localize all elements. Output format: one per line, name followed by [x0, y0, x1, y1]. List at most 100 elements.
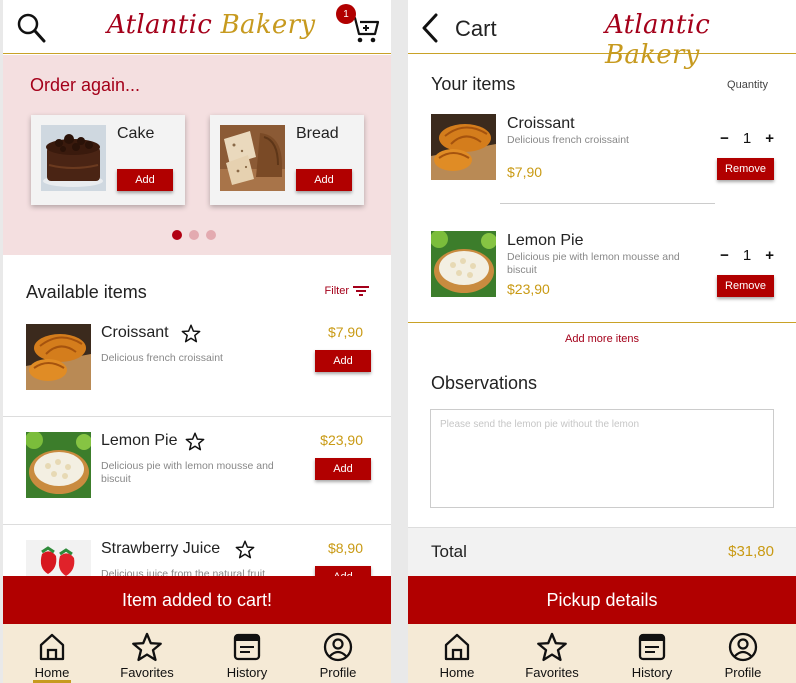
quantity-value: 1 [742, 247, 752, 264]
decrement-button[interactable]: − [720, 130, 729, 147]
bread-photo [220, 125, 285, 191]
brand-name-part2: Bakery [605, 40, 700, 70]
bottom-nav: Home Favorites History Profile [408, 624, 796, 683]
add-button[interactable]: Add [117, 169, 173, 191]
croissant-photo [26, 324, 91, 390]
nav-home[interactable]: Home [417, 630, 497, 680]
favorite-star-icon[interactable] [185, 432, 205, 451]
remove-button[interactable]: Remove [717, 158, 774, 180]
brand-logo: Atlantic Bakery [107, 10, 315, 40]
order-again-section: Order again... Cake Add Bread Add [3, 55, 391, 255]
carousel-dot[interactable] [189, 230, 199, 240]
increment-button[interactable]: + [765, 247, 774, 264]
lemon-pie-photo [430, 230, 497, 297]
total-value: $31,80 [728, 543, 774, 560]
item-price: $8,90 [327, 540, 363, 556]
add-button[interactable]: Add [296, 169, 352, 191]
item-added-toast[interactable]: Item added to cart! [3, 576, 391, 624]
nav-history[interactable]: History [612, 630, 692, 680]
bottom-nav: Home Favorites History Profile [3, 624, 391, 683]
order-again-card-cake[interactable]: Cake Add [31, 115, 185, 205]
item-name: Strawberry Juice [101, 540, 221, 557]
page-title: Cart [455, 16, 497, 41]
nav-label: History [226, 665, 268, 680]
home-icon [417, 630, 497, 664]
star-icon [107, 630, 187, 664]
quantity-header: Quantity [727, 79, 768, 91]
nav-history[interactable]: History [207, 630, 287, 680]
total-bar: Total $31,80 [408, 527, 796, 576]
total-label: Total [431, 542, 467, 561]
brand-name-part1: Atlantic [107, 10, 213, 40]
list-item-lemon-pie[interactable]: Lemon Pie Delicious pie with lemon mouss… [3, 418, 391, 525]
nav-label: History [631, 665, 673, 680]
star-icon [512, 630, 592, 664]
croissant-photo [431, 114, 496, 180]
observations-title: Observations [431, 373, 538, 393]
home-icon [12, 630, 92, 664]
quantity-stepper: − 1 + [720, 130, 774, 147]
item-price: $7,90 [507, 164, 543, 180]
top-bar: Cart Atlantic Bakery [408, 0, 796, 70]
item-description: Delicious pie with lemon mousse and bisc… [507, 251, 680, 276]
item-price: $23,90 [320, 432, 363, 448]
nav-favorites[interactable]: Favorites [512, 630, 592, 680]
pickup-details-button[interactable]: Pickup details [408, 576, 796, 624]
item-name: Lemon Pie [507, 232, 584, 249]
add-button[interactable]: Add [315, 350, 371, 372]
decrement-button[interactable]: − [720, 247, 729, 264]
brand-logo: Atlantic Bakery [605, 10, 796, 70]
order-again-card-bread[interactable]: Bread Add [210, 115, 364, 205]
nav-home[interactable]: Home [12, 630, 92, 680]
favorite-star-icon[interactable] [181, 324, 201, 343]
nav-profile[interactable]: Profile [703, 630, 783, 680]
card-title: Cake [117, 125, 155, 142]
history-icon [612, 630, 692, 664]
history-icon [207, 630, 287, 664]
order-again-title: Order again... [30, 75, 141, 95]
nav-label: Profile [319, 665, 357, 680]
quantity-stepper: − 1 + [720, 247, 774, 264]
item-price: $23,90 [507, 281, 550, 297]
add-button[interactable]: Add [315, 458, 371, 480]
top-bar: Atlantic Bakery 1 [3, 0, 391, 54]
item-divider [500, 203, 715, 204]
item-description: Delicious pie with lemon mousse and bisc… [101, 460, 274, 485]
carousel-dot[interactable] [172, 230, 182, 240]
carousel-dots[interactable] [172, 230, 216, 240]
nav-favorites[interactable]: Favorites [107, 630, 187, 680]
nav-label: Profile [724, 665, 762, 680]
item-name: Lemon Pie [101, 432, 178, 449]
section-divider [408, 322, 796, 323]
filter-icon [353, 285, 369, 297]
profile-icon [703, 630, 783, 664]
filter-label: Filter [324, 285, 349, 297]
nav-label: Favorites [525, 665, 579, 680]
add-more-items-link[interactable]: Add more itens [408, 333, 796, 345]
profile-icon [298, 630, 378, 664]
carousel-dot[interactable] [206, 230, 216, 240]
brand-name-part2: Bakery [220, 10, 316, 40]
item-price: $7,90 [327, 324, 363, 340]
cake-photo [41, 125, 106, 191]
brand-name-part1: Atlantic [605, 10, 711, 40]
favorite-star-icon[interactable] [235, 540, 255, 559]
item-name: Croissant [507, 115, 575, 132]
home-screen: Atlantic Bakery 1 Order again... Cake Ad… [3, 0, 391, 683]
available-items-title: Available items [26, 282, 147, 302]
item-name: Croissant [101, 324, 169, 341]
search-icon[interactable] [16, 12, 46, 44]
nav-profile[interactable]: Profile [298, 630, 378, 680]
remove-button[interactable]: Remove [717, 275, 774, 297]
increment-button[interactable]: + [765, 130, 774, 147]
cart-badge: 1 [336, 4, 356, 24]
item-description: Delicious french croissaint [101, 352, 223, 364]
back-chevron-icon[interactable] [420, 13, 440, 43]
observations-field[interactable] [430, 409, 774, 508]
nav-label: Home [34, 665, 70, 680]
list-item-croissant[interactable]: Croissant Delicious french croissaint $7… [3, 310, 391, 417]
cart-screen: Cart Atlantic Bakery Your items Quantity… [408, 0, 796, 683]
quantity-value: 1 [742, 130, 752, 147]
filter-button[interactable]: Filter [325, 285, 369, 297]
your-items-title: Your items [431, 74, 516, 94]
